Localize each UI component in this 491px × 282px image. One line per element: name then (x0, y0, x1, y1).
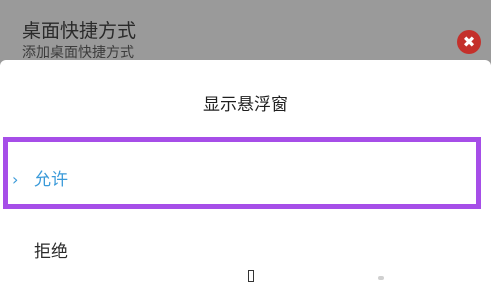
bottom-indicator (378, 276, 384, 280)
chevron-right-icon: › (12, 170, 19, 189)
close-icon[interactable]: ✖ (457, 30, 481, 54)
option-allow[interactable]: › 允许 (0, 158, 491, 202)
option-deny-label: 拒绝 (34, 242, 68, 262)
cursor-icon (248, 270, 254, 282)
option-deny[interactable]: 拒绝 (0, 230, 491, 274)
dialog-title: 显示悬浮窗 (203, 95, 288, 115)
floating-window-permission-dialog: 显示悬浮窗 › 允许 拒绝 (0, 60, 491, 282)
setting-subtitle: 添加桌面快捷方式 (22, 45, 134, 61)
screen: 桌面快捷方式 添加桌面快捷方式 ✖ 显示悬浮窗 › 允许 拒绝 (0, 0, 491, 282)
setting-title: 桌面快捷方式 (22, 20, 137, 42)
option-allow-label: 允许 (34, 170, 68, 190)
